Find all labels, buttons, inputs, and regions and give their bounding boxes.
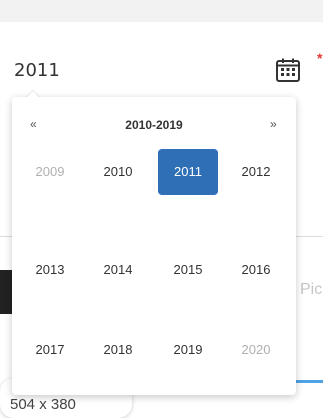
year-input[interactable] — [14, 52, 254, 88]
year-cell[interactable]: 2019 — [158, 327, 218, 373]
year-cell-selected[interactable]: 2011 — [158, 149, 218, 195]
year-cell[interactable]: 2016 — [226, 247, 286, 293]
year-cell[interactable]: 2020 — [226, 327, 286, 373]
year-cell[interactable]: 2013 — [20, 247, 80, 293]
year-cell[interactable]: 2018 — [88, 327, 148, 373]
year-cell[interactable]: 2010 — [88, 149, 148, 195]
top-bar — [0, 0, 323, 22]
prev-decade-button[interactable]: « — [30, 117, 37, 131]
background-field-placeholder: Pic — [300, 281, 323, 298]
background-field-underline — [296, 380, 323, 383]
year-cell[interactable]: 2014 — [88, 247, 148, 293]
calendar-button[interactable] — [272, 54, 304, 86]
decade-range-label[interactable]: 2010-2019 — [92, 118, 216, 132]
calendar-icon — [276, 58, 300, 82]
year-cell[interactable]: 2015 — [158, 247, 218, 293]
year-cell[interactable]: 2017 — [20, 327, 80, 373]
background-edge-block — [0, 270, 12, 314]
next-decade-button[interactable]: » — [270, 117, 277, 131]
year-picker-popup: « 2010-2019 » 2009 2010 2011 2012 2013 2… — [12, 90, 296, 395]
year-cell[interactable]: 2012 — [226, 149, 286, 195]
year-cell[interactable]: 2009 — [20, 149, 80, 195]
required-asterisk: * — [317, 50, 323, 66]
